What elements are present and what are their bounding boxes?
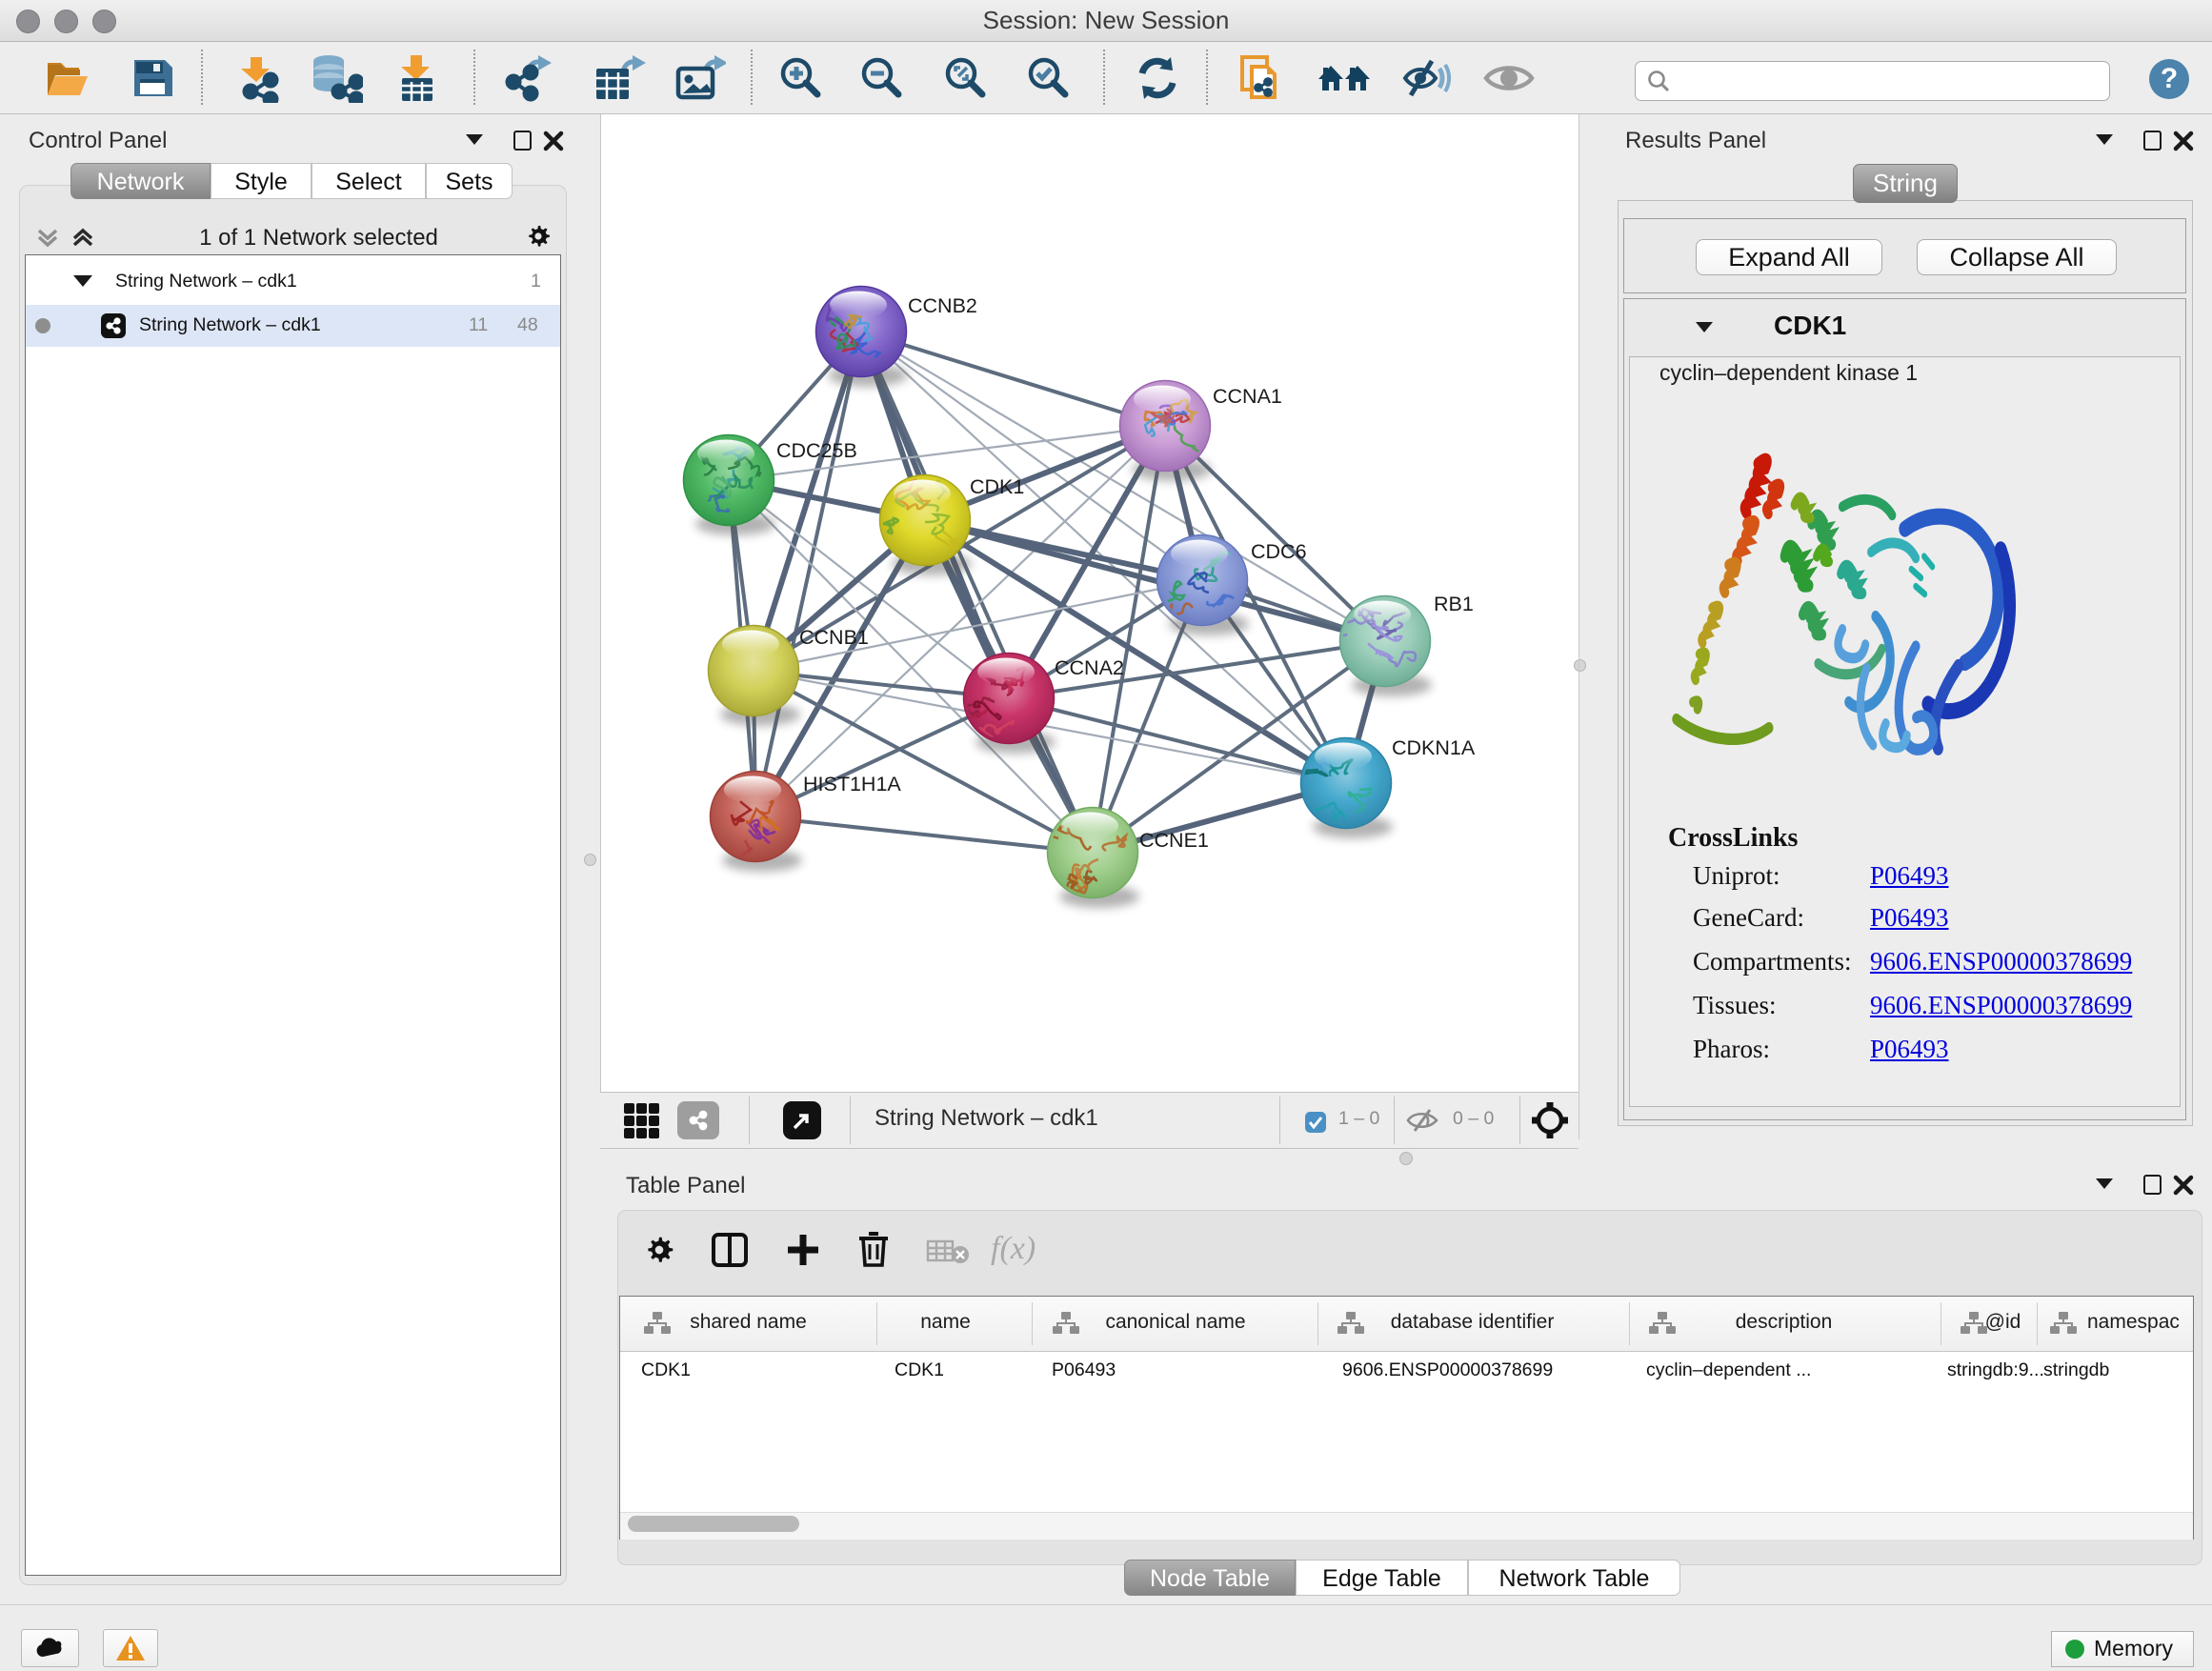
svg-text:HIST1H1A: HIST1H1A: [803, 773, 901, 795]
svg-text:CDC25B: CDC25B: [776, 439, 857, 462]
svg-text:RB1: RB1: [1434, 593, 1474, 615]
svg-text:CDC6: CDC6: [1251, 540, 1307, 563]
svg-text:CCNA1: CCNA1: [1213, 385, 1282, 408]
svg-text:CCNB2: CCNB2: [908, 294, 977, 317]
svg-text:CCNE1: CCNE1: [1139, 829, 1209, 852]
svg-text:CDKN1A: CDKN1A: [1392, 736, 1476, 759]
svg-text:CDK1: CDK1: [970, 475, 1024, 498]
svg-text:?: ?: [2161, 63, 2178, 94]
svg-text:CCNB1: CCNB1: [799, 626, 869, 649]
svg-text:CCNA2: CCNA2: [1055, 656, 1124, 679]
